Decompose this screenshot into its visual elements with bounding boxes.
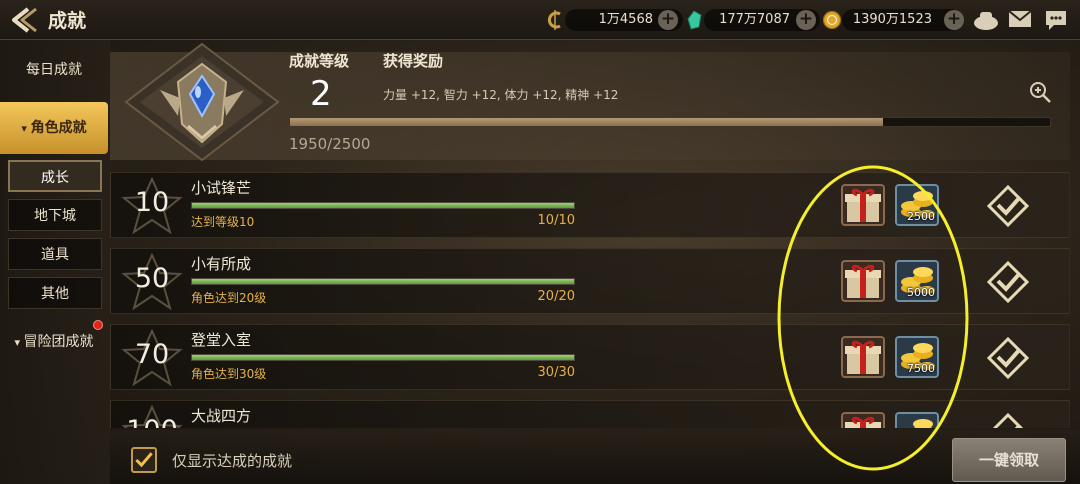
notification-red-dot: [93, 320, 103, 330]
tab-role-label: 角色成就: [30, 120, 87, 136]
claimed-check-icon[interactable]: [987, 261, 1029, 303]
subtab-items[interactable]: 道具: [8, 238, 102, 270]
add-currency-2-button[interactable]: +: [796, 10, 816, 30]
subtab-growth[interactable]: 成长: [8, 160, 102, 192]
claimed-check-icon[interactable]: [987, 337, 1029, 379]
achievement-count: 30/30: [537, 365, 575, 380]
mail-icon[interactable]: [1008, 10, 1032, 28]
achievement-progress-fill: [192, 279, 574, 284]
achievement-name: 登堂入室: [191, 331, 252, 349]
achievement-level-progress-fill: [290, 118, 883, 126]
crystal-icon: [687, 10, 702, 30]
gem-c-icon: [547, 10, 561, 30]
tab-role-achievements[interactable]: ▾ 角色成就: [0, 102, 108, 154]
achievement-level-value: 2: [310, 74, 332, 114]
achievement-points: 10: [134, 187, 170, 218]
achievement-name: 小有所成: [191, 255, 252, 273]
achievement-progress-fill: [192, 203, 574, 208]
checkmark-icon: [135, 452, 153, 468]
achievement-progress-bar: [191, 278, 575, 285]
achievement-progress-fill: [192, 355, 574, 360]
achievement-condition: 达到等级10: [191, 215, 255, 229]
gold-coin-icon: [822, 10, 842, 30]
highlight-ellipse-annotation: [777, 165, 969, 471]
chat-icon[interactable]: [1044, 9, 1068, 31]
claimed-check-icon[interactable]: [987, 413, 1029, 428]
achievement-count: 20/20: [537, 289, 575, 304]
chevron-down-icon: ▾: [21, 122, 31, 135]
back-arrow-icon[interactable]: [8, 6, 38, 34]
achievement-rank-badge-icon: [124, 42, 280, 162]
only-completed-checkbox[interactable]: [131, 447, 157, 473]
achievement-level-progress-text: 1950/2500: [289, 135, 371, 153]
zoom-in-icon[interactable]: [1028, 80, 1052, 104]
achievement-points: 50: [134, 263, 170, 294]
achievement-points: 70: [134, 339, 170, 370]
add-currency-1-button[interactable]: +: [658, 10, 678, 30]
chevron-down-icon: ▾: [14, 336, 24, 349]
achievement-name: 小试锋芒: [191, 179, 252, 197]
tab-adventure-team-achievements[interactable]: ▾ 冒险团成就: [0, 318, 108, 366]
achievement-progress-bar: [191, 202, 575, 209]
achievement-count: 10/10: [537, 213, 575, 228]
subtab-dungeon[interactable]: 地下城: [8, 199, 102, 231]
only-completed-label: 仅显示达成的成就: [172, 452, 293, 470]
achievement-condition: 角色达到30级: [191, 367, 267, 381]
add-currency-3-button[interactable]: +: [944, 10, 964, 30]
achievement-level-label: 成就等级: [289, 52, 350, 70]
page-title: 成就: [48, 10, 87, 32]
reward-stats: 力量 +12, 智力 +12, 体力 +12, 精神 +12: [383, 88, 619, 102]
achievement-progress-bar: [191, 354, 575, 361]
achievement-points: 100: [123, 415, 181, 428]
achievement-level-progress-bar: [289, 117, 1051, 127]
tab-adventure-label: 冒险团成就: [23, 334, 94, 350]
chest-icon[interactable]: [972, 8, 1000, 32]
claimed-check-icon[interactable]: [987, 185, 1029, 227]
achievement-condition: 角色达到20级: [191, 291, 267, 305]
subtab-other[interactable]: 其他: [8, 277, 102, 309]
tab-daily-achievements[interactable]: 每日成就: [0, 46, 108, 94]
achievement-name: 大战四方: [191, 407, 252, 425]
reward-label: 获得奖励: [383, 52, 444, 70]
